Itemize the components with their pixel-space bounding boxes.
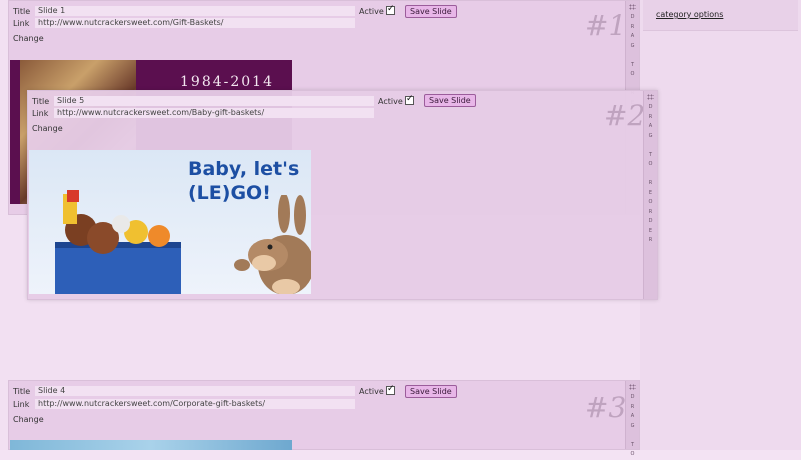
slide-2-panel-dragging[interactable]: Title Link Active Save Slide Change #2 B… bbox=[27, 90, 658, 300]
slide-3-image bbox=[10, 440, 292, 450]
slide-1-active-checkbox[interactable] bbox=[386, 4, 395, 15]
slide-2-save-button[interactable]: Save Slide bbox=[424, 94, 476, 107]
slide-1-title-input[interactable] bbox=[35, 6, 355, 16]
sidebar: category options bbox=[640, 0, 801, 450]
slide-2-change-link[interactable]: Change bbox=[32, 124, 63, 133]
grip-dots-icon bbox=[647, 94, 654, 100]
slide-3-active-checkbox[interactable] bbox=[386, 384, 395, 395]
grip-dots-icon bbox=[629, 4, 636, 10]
slide-3-number: #3 bbox=[585, 391, 627, 424]
slide-3-save-button[interactable]: Save Slide bbox=[405, 385, 457, 398]
title-label: Title bbox=[13, 7, 31, 16]
slide-2-title-input[interactable] bbox=[54, 96, 374, 106]
title-label: Title bbox=[13, 387, 31, 396]
title-label: Title bbox=[32, 97, 50, 106]
link-label: Link bbox=[13, 19, 30, 28]
slide-3-change-link[interactable]: Change bbox=[13, 415, 44, 424]
slide-2-image: Baby, let's (LE)GO! bbox=[29, 150, 311, 294]
slide-1-link-input[interactable] bbox=[35, 18, 355, 28]
active-label: Active bbox=[359, 7, 384, 16]
active-label: Active bbox=[359, 387, 384, 396]
link-label: Link bbox=[13, 400, 30, 409]
anniversary-years: 1984-2014 bbox=[180, 74, 274, 90]
gift-basket-graphic bbox=[55, 190, 181, 294]
promo-line-1: Baby, let's bbox=[188, 158, 300, 180]
slide-2-drag-handle[interactable]: DRAGTOREORDER bbox=[643, 91, 657, 299]
slide-3-title-input[interactable] bbox=[35, 386, 355, 396]
category-options-panel: category options bbox=[643, 0, 798, 31]
slide-2-number: #2 bbox=[604, 99, 646, 132]
slide-3-link-input[interactable] bbox=[35, 399, 355, 409]
link-label: Link bbox=[32, 109, 49, 118]
slide-2-active-checkbox[interactable] bbox=[405, 94, 414, 105]
drag-label: DRAGTOREORDER bbox=[648, 104, 653, 243]
grip-dots-icon bbox=[629, 384, 636, 390]
slide-3-drag-handle[interactable]: DRAGTO bbox=[625, 381, 639, 457]
slide-2-link-input[interactable] bbox=[54, 108, 374, 118]
active-label: Active bbox=[378, 97, 403, 106]
slide-1-number: #1 bbox=[585, 9, 627, 42]
plush-donkey-graphic bbox=[234, 195, 311, 294]
category-options-link[interactable]: category options bbox=[656, 10, 723, 19]
slide-1-change-link[interactable]: Change bbox=[13, 34, 44, 43]
slide-1-save-button[interactable]: Save Slide bbox=[405, 5, 457, 18]
